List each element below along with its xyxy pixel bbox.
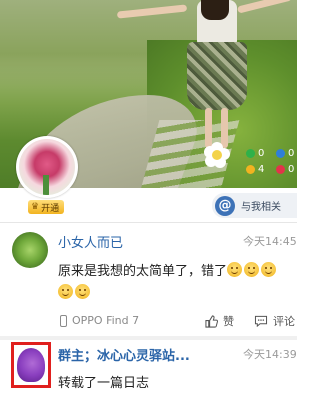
blue-dot-icon bbox=[276, 149, 285, 158]
stat-yellow[interactable]: 4 bbox=[246, 164, 264, 175]
post-text: 转载了一篇日志 bbox=[58, 376, 150, 391]
post-text: 原来是我想的太简单了，错了 bbox=[58, 260, 298, 279]
divider bbox=[0, 222, 297, 223]
smile-emoji-icon bbox=[261, 262, 277, 277]
post-text-emojis bbox=[58, 282, 92, 301]
like-button[interactable]: 赞 bbox=[205, 313, 234, 329]
white-flower-icon bbox=[204, 142, 230, 168]
crown-icon: ♛ bbox=[31, 202, 40, 212]
comment-icon bbox=[254, 315, 268, 327]
cover-stats: 0 0 4 0 bbox=[242, 146, 297, 178]
green-dot-icon bbox=[246, 149, 255, 158]
phone-icon bbox=[60, 314, 67, 327]
stat-green[interactable]: 0 bbox=[246, 148, 264, 159]
post-author-avatar-highlighted[interactable] bbox=[11, 342, 51, 388]
stat-blue[interactable]: 0 bbox=[276, 148, 294, 159]
comment-button[interactable]: 评论 bbox=[254, 313, 295, 329]
smile-emoji-icon bbox=[58, 284, 73, 299]
post-time: 今天14:39 bbox=[243, 348, 297, 361]
post-author-name[interactable]: 小女人而已 bbox=[58, 232, 123, 251]
post-device: OPPO Find 7 bbox=[60, 314, 139, 327]
cover-figure bbox=[116, 0, 293, 150]
at-sign-icon: @ bbox=[215, 195, 235, 216]
red-dot-icon bbox=[276, 165, 285, 174]
smile-emoji-icon bbox=[75, 284, 90, 299]
smile-emoji-icon bbox=[244, 262, 260, 277]
avatar bbox=[17, 348, 45, 382]
stat-red[interactable]: 0 bbox=[276, 164, 294, 175]
thumbs-up-icon bbox=[205, 314, 218, 328]
post-author-avatar[interactable] bbox=[12, 232, 48, 268]
post-separator bbox=[0, 336, 297, 340]
post-author-name[interactable]: 群主；冰心心灵驿站... bbox=[58, 345, 190, 364]
profile-avatar[interactable] bbox=[16, 136, 78, 198]
smile-emoji-icon bbox=[227, 262, 243, 277]
post-time: 今天14:45 bbox=[243, 235, 297, 248]
related-to-me-button[interactable]: @ 与我相关 bbox=[212, 193, 297, 218]
vip-badge[interactable]: ♛ 开通 bbox=[28, 200, 65, 214]
yellow-dot-icon bbox=[246, 165, 255, 174]
avatar bbox=[19, 139, 75, 195]
